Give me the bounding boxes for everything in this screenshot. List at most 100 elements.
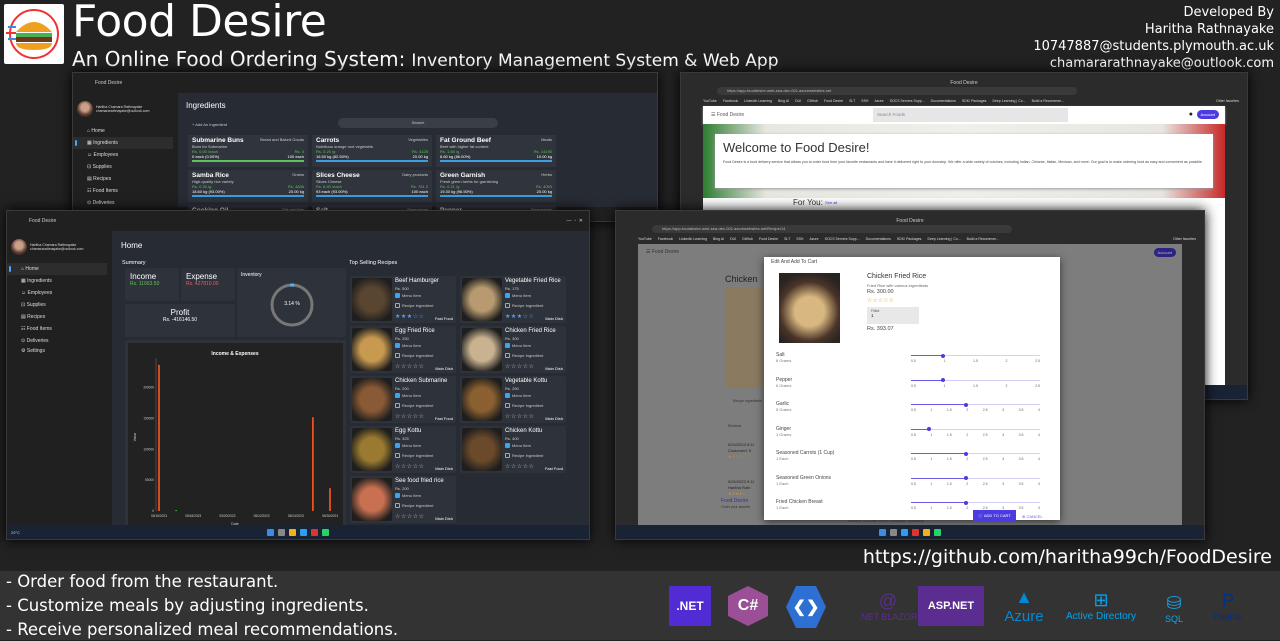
recipe-ingredient-checkbox[interactable]: Recipe Ingredient xyxy=(395,403,433,408)
ingredient-slider[interactable] xyxy=(911,402,1040,407)
menu-item-checkbox[interactable]: Menu Item xyxy=(395,293,421,298)
bookmark-item[interactable]: Facebook xyxy=(658,237,673,241)
bookmark-item[interactable]: GitHub xyxy=(807,99,818,103)
address-bar[interactable]: https://app-fooddesire-web-sea-dev-001.a… xyxy=(717,87,1077,95)
sidebar-item-employees[interactable]: ☺ Employees xyxy=(7,287,107,299)
bookmark-item[interactable]: SLT xyxy=(784,237,790,241)
cancel-button[interactable]: ⊗ CANCEL xyxy=(1020,511,1045,522)
brand-link[interactable]: Food Desire xyxy=(652,249,679,255)
bookmark-item[interactable]: SDK/ Packages xyxy=(962,99,987,103)
see-all-link[interactable]: See all xyxy=(825,200,837,205)
recipe-card[interactable]: Vegetable Kottu Rs. 250 Menu Item Recipe… xyxy=(460,376,566,423)
bookmark-item[interactable]: SSH xyxy=(796,237,803,241)
rating-stars[interactable]: ☆☆☆☆☆ xyxy=(395,413,424,420)
tab-title[interactable]: Food Desire xyxy=(896,218,923,224)
slider-thumb[interactable] xyxy=(964,402,969,407)
slider-thumb[interactable] xyxy=(964,451,969,456)
github-url[interactable]: https://github.com/haritha99ch/FoodDesir… xyxy=(863,546,1272,568)
ingredient-slider[interactable] xyxy=(911,378,1040,382)
rating-stars[interactable]: ☆☆☆☆☆ xyxy=(395,363,424,370)
bookmark-item[interactable]: DUI xyxy=(795,99,801,103)
recipe-card[interactable]: Chicken Kottu Rs. 400 Menu Item Recipe I… xyxy=(460,426,566,473)
bookmark-item[interactable]: Documentations xyxy=(866,237,891,241)
add-to-cart-button[interactable]: 🛒 ADD TO CART xyxy=(973,510,1016,521)
weather-widget[interactable]: 29°C xyxy=(11,530,20,535)
sidebar-item-food-items[interactable]: ☷ Food Items xyxy=(73,185,173,197)
recipe-ingredient-checkbox[interactable]: Recipe Ingredient xyxy=(505,303,543,308)
rating-stars[interactable]: ☆☆☆☆☆ xyxy=(395,463,424,470)
recipe-card[interactable]: Egg Kottu Rs. 325 Menu Item Recipe Ingre… xyxy=(350,426,456,473)
menu-item-checkbox[interactable]: Menu Item xyxy=(505,343,531,348)
bookmark-item[interactable]: Documentations xyxy=(931,99,956,103)
recipe-ingredients-section[interactable]: Recipe Ingredients xyxy=(733,399,762,403)
account-button[interactable]: Account xyxy=(1153,248,1176,257)
ingredient-slider[interactable] xyxy=(911,427,1040,431)
footer-brand[interactable]: Food Desire xyxy=(721,498,748,504)
sidebar-item-employees[interactable]: ☺ Employees xyxy=(73,149,173,161)
window-controls[interactable]: — ▫ ✕ xyxy=(566,218,583,224)
sidebar-item-settings[interactable]: ⚙ Settings xyxy=(7,345,107,357)
recipe-card[interactable]: Egg Fried Rice Rs. 250 Menu Item Recipe … xyxy=(350,326,456,373)
rating-stars[interactable]: ☆☆☆☆☆ xyxy=(505,413,534,420)
address-bar[interactable]: https://app-fooddesire-web-sea-dev-001.a… xyxy=(652,225,1012,233)
recipe-card[interactable]: Chicken Submarine Rs. 200 Menu Item Reci… xyxy=(350,376,456,423)
ingredient-card[interactable]: Carrots Vegetables Nutritious orange root… xyxy=(312,135,432,167)
bookmark-item[interactable]: Bing AI xyxy=(778,99,789,103)
ingredient-slider[interactable] xyxy=(911,353,1040,358)
ingredient-card[interactable]: Green Garnish Herbs Fresh green herbs for… xyxy=(436,170,556,202)
bookmark-item[interactable]: Facebook xyxy=(723,99,738,103)
rating-stars[interactable]: ☆☆☆☆☆ xyxy=(395,513,424,520)
menu-item-checkbox[interactable]: Menu Item xyxy=(505,443,531,448)
bookmark-item[interactable]: Azure xyxy=(809,237,818,241)
bookmark-item[interactable]: Deep Learning | Co... xyxy=(992,99,1025,103)
menu-item-checkbox[interactable]: Menu Item xyxy=(395,393,421,398)
slider-thumb[interactable] xyxy=(941,353,946,358)
ingredient-card[interactable]: Submarine Buns Bread and Baked Goods Buns… xyxy=(188,135,308,167)
bookmark-item[interactable]: Deep Learning | Co... xyxy=(927,237,960,241)
recipe-card[interactable]: Chicken Fried Rice Rs. 300 Menu Item Rec… xyxy=(460,326,566,373)
reviews-section[interactable]: Reviews xyxy=(728,424,741,428)
sidebar-item-ingredients[interactable]: ▦ Ingredients xyxy=(73,137,173,149)
bookmark-item[interactable]: LinkedIn Learning xyxy=(744,99,772,103)
bookmark-item[interactable]: Build a Recommen... xyxy=(967,237,1000,241)
bookmark-item[interactable]: YouTube xyxy=(703,99,717,103)
ingredient-slider[interactable] xyxy=(911,451,1040,456)
recipe-ingredient-checkbox[interactable]: Recipe Ingredient xyxy=(505,453,543,458)
bookmark-item[interactable]: GitHub xyxy=(742,237,753,241)
recipe-card[interactable]: Beef Hamburger Rs. 500 Menu Item Recipe … xyxy=(350,276,456,323)
ingredient-slider[interactable] xyxy=(911,500,1040,505)
menu-item-checkbox[interactable]: Menu Item xyxy=(395,443,421,448)
bookmark-item[interactable]: SSH xyxy=(861,99,868,103)
brand-link[interactable]: Food Desire xyxy=(717,112,744,118)
rating-stars[interactable]: ☆☆☆☆☆ xyxy=(505,363,534,370)
quantity-input[interactable]: Filled 1 xyxy=(867,307,919,324)
github-icon[interactable]: ● xyxy=(1189,111,1193,118)
bookmark-item[interactable]: Food Desire xyxy=(824,99,843,103)
search-foods-input[interactable]: Search Foods xyxy=(873,108,1068,122)
sidebar-item-ingredients[interactable]: ▦ Ingredients xyxy=(7,275,107,287)
rating-stars[interactable]: ★★★☆☆ xyxy=(505,313,534,320)
search-input[interactable]: Search xyxy=(338,118,498,128)
rating-stars[interactable]: ☆☆☆☆☆ xyxy=(505,463,534,470)
other-favorites[interactable]: Other favorites xyxy=(1173,237,1196,241)
ingredient-slider[interactable] xyxy=(911,476,1040,480)
recipe-ingredient-checkbox[interactable]: Recipe Ingredient xyxy=(395,353,433,358)
sidebar-item-food-items[interactable]: ☷ Food Items xyxy=(7,323,107,335)
tab-title[interactable]: Food Desire xyxy=(950,80,977,86)
bookmark-item[interactable]: SLT xyxy=(849,99,855,103)
sidebar-item-home[interactable]: ⌂ Home xyxy=(73,125,173,137)
recipe-ingredient-checkbox[interactable]: Recipe Ingredient xyxy=(505,403,543,408)
bookmark-item[interactable]: DUI xyxy=(730,237,736,241)
sidebar-item-supplies[interactable]: ⊡ Supplies xyxy=(73,161,173,173)
sidebar-item-recipes[interactable]: ▤ Recipes xyxy=(7,311,107,323)
sidebar-item-supplies[interactable]: ⊡ Supplies xyxy=(7,299,107,311)
bookmark-item[interactable]: Food Desire xyxy=(759,237,778,241)
bookmark-item[interactable]: Build a Recommen... xyxy=(1032,99,1065,103)
sidebar-item-home[interactable]: ⌂ Home xyxy=(7,263,107,275)
rating-stars[interactable]: ☆☆☆☆☆ xyxy=(867,297,894,304)
menu-item-checkbox[interactable]: Menu Item xyxy=(395,493,421,498)
bookmark-item[interactable]: Bing AI xyxy=(713,237,724,241)
ingredient-card[interactable]: Slices Cheese Dairy products Slices Chees… xyxy=(312,170,432,202)
menu-item-checkbox[interactable]: Menu Item xyxy=(505,293,531,298)
other-favorites[interactable]: Other favorites xyxy=(1216,99,1239,103)
